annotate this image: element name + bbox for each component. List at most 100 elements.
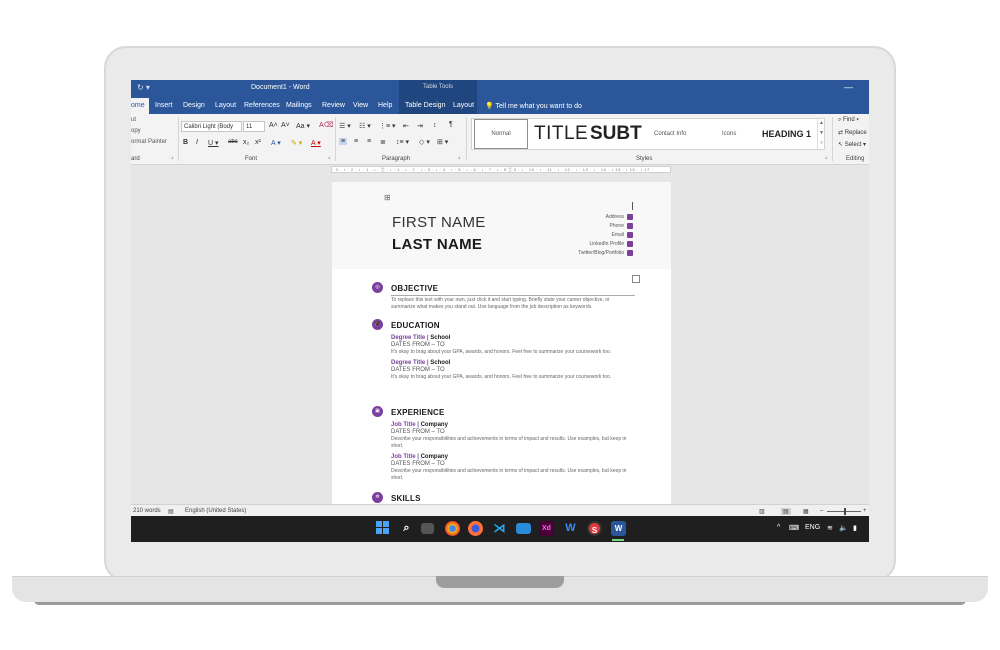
font-face-select[interactable]: Calibri Light (Body	[181, 121, 242, 132]
font-expand-icon[interactable]: ⌟	[328, 154, 330, 160]
bold-icon[interactable]: B	[183, 139, 188, 146]
text-effects-icon[interactable]: A ▾	[271, 139, 281, 147]
windows-start-icon[interactable]	[376, 521, 390, 535]
select-button[interactable]: ↖ Select ▾	[838, 141, 866, 148]
print-layout-icon[interactable]: ▤	[781, 508, 791, 515]
experience-entry-title[interactable]: Job Title | Company	[391, 453, 632, 461]
replace-button[interactable]: ⇄ Replace	[838, 129, 867, 136]
education-title[interactable]: EDUCATION	[391, 321, 440, 330]
tab-mailings[interactable]: Mailings	[286, 102, 312, 109]
firefox-icon[interactable]	[468, 521, 483, 536]
italic-icon[interactable]: I	[196, 139, 198, 146]
display-icon[interactable]	[516, 523, 531, 534]
wps-icon[interactable]: W	[563, 521, 578, 536]
superscript-icon[interactable]: x²	[255, 139, 261, 146]
document-page[interactable]: ⊞ FIRST NAME LAST NAME Address Phone Ema…	[332, 182, 671, 504]
tab-help[interactable]: Help	[378, 102, 392, 109]
format-painter-button[interactable]: ormat Painter	[131, 139, 167, 145]
contact-phone[interactable]: Phone	[578, 222, 633, 231]
quick-access-toolbar[interactable]: ↻ ▾	[137, 83, 150, 92]
pilcrow-icon[interactable]: ¶	[449, 121, 453, 128]
cut-button[interactable]: ut	[131, 117, 136, 123]
numbering-icon[interactable]: ☷ ▾	[359, 122, 371, 130]
task-view-icon[interactable]	[421, 523, 434, 534]
wifi-icon[interactable]: ≋	[827, 524, 833, 532]
education-entry-title[interactable]: Degree Title | School	[391, 359, 632, 367]
style-icons[interactable]: Icons	[722, 119, 736, 149]
contact-twitter[interactable]: Twitter/Blog/Portfolio	[578, 249, 633, 258]
font-size-select[interactable]: 11	[243, 121, 265, 132]
tab-layout[interactable]: Layout	[215, 102, 236, 109]
style-normal[interactable]: Normal	[474, 119, 528, 149]
clear-formatting-icon[interactable]: A⌫	[319, 121, 334, 129]
first-name[interactable]: FIRST NAME	[392, 214, 486, 231]
table-resize-handle[interactable]	[632, 275, 640, 283]
tab-table-layout[interactable]: Layout	[453, 102, 474, 109]
multilevel-list-icon[interactable]: ⋮≡ ▾	[379, 122, 396, 130]
style-title[interactable]: TITLE	[534, 119, 588, 149]
experience-title[interactable]: EXPERIENCE	[391, 408, 445, 417]
proofing-icon[interactable]: ▤	[168, 508, 174, 515]
volume-icon[interactable]: 🔈	[839, 524, 848, 532]
chevron-down-icon[interactable]: ▼	[819, 130, 824, 136]
font-color-icon[interactable]: A ▾	[311, 139, 321, 147]
justify-icon[interactable]: ≣	[380, 138, 386, 146]
style-subtitle[interactable]: SUBT	[590, 119, 642, 149]
decrease-indent-icon[interactable]: ⇤	[403, 122, 409, 130]
horizontal-ruler[interactable]: · 3 · ı · 2 · ı · 1 · ı · ▒ · ı · 1 · ı …	[331, 166, 671, 173]
chevron-up-icon[interactable]: ^	[777, 524, 780, 531]
education-text[interactable]: It's okay to brag about your GPA, awards…	[391, 349, 631, 356]
more-styles-icon[interactable]: ▿	[820, 140, 823, 146]
tab-insert[interactable]: Insert	[155, 102, 173, 109]
strikethrough-icon[interactable]: abc	[228, 139, 238, 145]
borders-icon[interactable]: ⊞ ▾	[437, 138, 448, 146]
zoom-in-icon[interactable]: +	[863, 508, 867, 514]
align-right-icon[interactable]: ≡	[367, 138, 371, 145]
education-text[interactable]: It's okay to brag about your GPA, awards…	[391, 374, 631, 381]
highlight-icon[interactable]: ✎ ▾	[291, 139, 302, 147]
style-contact-info[interactable]: Contact Info	[654, 119, 686, 149]
language-tray[interactable]: ENG	[805, 524, 820, 531]
word-icon[interactable]: W	[611, 521, 626, 536]
education-dates[interactable]: DATES FROM – TO	[391, 367, 632, 374]
vscode-icon[interactable]: ⋊	[492, 521, 507, 536]
experience-dates[interactable]: DATES FROM – TO	[391, 429, 632, 436]
copy-button[interactable]: opy	[131, 128, 141, 134]
table-move-handle-icon[interactable]: ⊞	[384, 194, 392, 202]
styles-expand-icon[interactable]: ⌟	[825, 154, 827, 160]
education-dates[interactable]: DATES FROM – TO	[391, 342, 632, 349]
xd-icon[interactable]: Xd	[539, 521, 554, 536]
chrome-icon[interactable]	[445, 521, 460, 536]
zoom-out-icon[interactable]: –	[820, 508, 823, 514]
objective-title[interactable]: OBJECTIVE	[391, 284, 438, 293]
keyboard-icon[interactable]: ⌨	[789, 524, 799, 532]
word-count[interactable]: 210 words	[133, 508, 161, 514]
experience-text[interactable]: Describe your responsibilities and achie…	[391, 436, 631, 450]
underline-icon[interactable]: U ▾	[208, 139, 219, 147]
paragraph-expand-icon[interactable]: ⌟	[458, 154, 460, 160]
experience-entry-title[interactable]: Job Title | Company	[391, 421, 632, 429]
clipboard-expand-icon[interactable]: ⌟	[171, 154, 173, 160]
s-app-icon[interactable]: S	[587, 521, 602, 536]
tab-references[interactable]: References	[244, 102, 280, 109]
tab-home[interactable]: ome	[131, 98, 149, 114]
increase-indent-icon[interactable]: ⇥	[417, 122, 423, 130]
contact-address[interactable]: Address	[578, 213, 633, 222]
minimize-button[interactable]: —	[844, 82, 853, 92]
line-spacing-icon[interactable]: ↕≡ ▾	[396, 138, 409, 146]
shading-icon[interactable]: ◇ ▾	[419, 138, 430, 146]
grow-font-icon[interactable]: A˄	[269, 122, 278, 129]
tell-me-search[interactable]: 💡 Tell me what you want to do	[485, 102, 582, 110]
align-left-icon[interactable]: ≡	[339, 138, 348, 145]
bullets-icon[interactable]: ☰ ▾	[339, 122, 351, 130]
web-layout-icon[interactable]: ▦	[803, 508, 809, 515]
education-entry-title[interactable]: Degree Title | School	[391, 334, 632, 342]
experience-dates[interactable]: DATES FROM – TO	[391, 461, 632, 468]
tab-design[interactable]: Design	[183, 102, 205, 109]
find-button[interactable]: ⌕ Find ▾	[838, 117, 859, 124]
skills-title[interactable]: SKILLS	[391, 494, 421, 503]
subscript-icon[interactable]: x₂	[243, 139, 249, 146]
last-name[interactable]: LAST NAME	[392, 236, 482, 253]
zoom-slider-handle[interactable]	[844, 508, 846, 515]
search-icon[interactable]: ⌕	[399, 521, 414, 536]
